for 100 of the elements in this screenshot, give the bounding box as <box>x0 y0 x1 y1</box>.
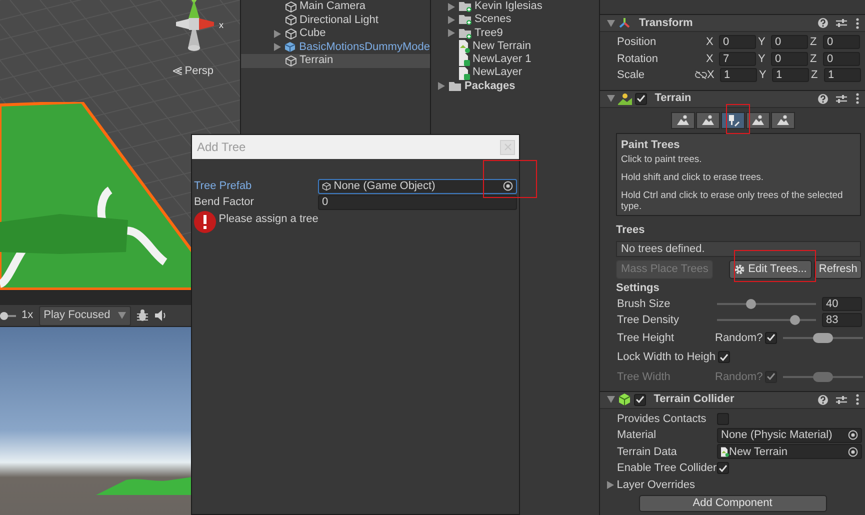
help-icon[interactable] <box>818 94 828 104</box>
speaker-icon[interactable] <box>154 310 167 321</box>
object-field[interactable]: New Terrain <box>717 444 862 460</box>
object-field[interactable]: None (Game Object) <box>318 178 517 194</box>
hierarchy-item[interactable]: Terrain <box>241 54 430 68</box>
terrain-tool-button[interactable] <box>696 112 720 128</box>
check-icon <box>719 464 727 472</box>
terrain-tool-button[interactable] <box>720 112 744 128</box>
section-heading: Trees <box>616 223 646 238</box>
number-field[interactable]: 0 <box>719 35 756 50</box>
project-item[interactable]: Tree9 <box>431 26 599 40</box>
number-field[interactable]: 0 <box>823 35 860 50</box>
number-field[interactable]: 0 <box>771 35 808 50</box>
axis-gizmo-drawing[interactable]: x <box>170 0 230 52</box>
enable-checkbox[interactable] <box>634 394 646 406</box>
object-picker-icon[interactable] <box>503 181 513 191</box>
action-button[interactable]: Edit Trees... <box>729 260 812 278</box>
check-icon <box>767 334 776 342</box>
foldout-arrow-icon[interactable] <box>607 20 615 26</box>
field-label: Enable Tree Collider <box>617 461 717 476</box>
menu-icon[interactable] <box>856 93 859 104</box>
project-item[interactable]: Packages <box>431 80 599 94</box>
foldout-arrow-icon[interactable] <box>607 95 615 102</box>
object-picker-icon[interactable] <box>848 446 858 457</box>
object-picker-icon[interactable] <box>848 430 858 440</box>
axis-label: Y <box>758 52 766 66</box>
field-label: Rotation <box>617 52 659 66</box>
hierarchy-item[interactable]: Cube <box>241 27 430 40</box>
foldout-label[interactable]: Layer Overrides <box>616 476 696 493</box>
number-field[interactable]: 0 <box>771 52 808 66</box>
project-item[interactable]: NewLayer 1 <box>431 53 599 66</box>
error-message: Please assign a tree <box>218 212 318 227</box>
terrain-tool-icon <box>750 114 764 126</box>
axis-label: Z <box>810 35 818 50</box>
terrain-icon <box>618 92 632 104</box>
terrain-tool-button[interactable] <box>670 112 694 128</box>
field-label: Lock Width to Heigh <box>617 350 716 365</box>
slider-thumb[interactable] <box>746 299 756 309</box>
file-icon <box>458 66 470 80</box>
toggle-checkbox[interactable] <box>718 351 730 364</box>
field-label: Position <box>617 35 658 50</box>
number-field[interactable]: 0 <box>318 194 517 210</box>
help-icon[interactable] <box>818 394 828 404</box>
object-field[interactable]: None (Physic Material) <box>717 428 862 443</box>
terrain-tool-icon <box>676 114 690 126</box>
foldout-arrow-icon[interactable] <box>607 480 614 489</box>
number-field[interactable]: 1 <box>772 68 809 82</box>
terrain-tool-button[interactable] <box>770 112 794 128</box>
help-icon[interactable] <box>818 18 828 28</box>
bug-icon[interactable] <box>136 309 150 322</box>
hierarchy-item[interactable]: Directional Light <box>241 14 430 27</box>
range-slider-handle[interactable] <box>813 332 834 343</box>
preset-icon[interactable] <box>836 94 848 104</box>
folder-icon <box>448 80 462 92</box>
toggle-checkbox[interactable] <box>717 462 729 474</box>
number-field[interactable]: 7 <box>719 52 756 66</box>
axis-label: Z <box>811 68 819 83</box>
component-header[interactable]: Terrain <box>600 90 865 108</box>
terrain-tool-icon <box>700 114 714 126</box>
slider-thumb[interactable] <box>0 312 8 320</box>
folder-icon <box>458 1 472 12</box>
field-label: Tree Width <box>617 370 672 384</box>
hierarchy-item[interactable]: BasicMotionsDummyMode <box>241 40 430 54</box>
component-header[interactable]: Transform <box>600 14 865 32</box>
axis-label: Y <box>759 68 768 83</box>
camera-mode-label[interactable]: Persp <box>184 63 214 80</box>
terrain-tool-button[interactable] <box>746 112 770 128</box>
play-mode-dropdown[interactable]: Play Focused <box>38 306 131 326</box>
folder-icon <box>458 14 472 26</box>
number-field[interactable]: 1 <box>824 68 861 82</box>
menu-icon[interactable] <box>856 18 859 28</box>
folder-icon <box>458 28 472 39</box>
enable-checkbox[interactable] <box>634 92 646 104</box>
field-label: Material <box>617 428 658 443</box>
random-checkbox[interactable] <box>765 332 778 344</box>
preset-icon[interactable] <box>836 18 848 28</box>
close-icon <box>504 143 512 151</box>
preset-icon[interactable] <box>836 394 848 404</box>
number-field[interactable]: 1 <box>720 68 757 82</box>
number-field[interactable]: 40 <box>822 297 862 311</box>
axis-label: X <box>706 52 714 66</box>
project-item[interactable]: NewLayer <box>431 66 599 80</box>
number-field[interactable]: 0 <box>823 52 860 66</box>
help-title: Paint Trees <box>621 138 681 152</box>
toggle-checkbox[interactable] <box>717 412 729 425</box>
number-field[interactable]: 83 <box>822 313 862 327</box>
add-component-button[interactable]: Add Component <box>638 495 826 512</box>
action-button[interactable]: Refresh <box>814 260 862 278</box>
component-header[interactable]: Terrain Collider <box>600 390 865 408</box>
project-item[interactable]: Kevin Iglesias <box>431 0 599 14</box>
error-icon <box>194 211 216 233</box>
link-icon[interactable] <box>695 71 707 80</box>
project-item[interactable]: New Terrain <box>431 40 599 54</box>
highlight-frame <box>483 160 537 198</box>
hierarchy-item[interactable]: Main Camera <box>241 0 430 14</box>
expand-arrow-icon[interactable] <box>438 82 445 90</box>
foldout-arrow-icon[interactable] <box>607 396 615 403</box>
slider-thumb[interactable] <box>790 315 800 325</box>
project-item[interactable]: Scenes <box>431 13 599 27</box>
menu-icon[interactable] <box>856 394 859 405</box>
